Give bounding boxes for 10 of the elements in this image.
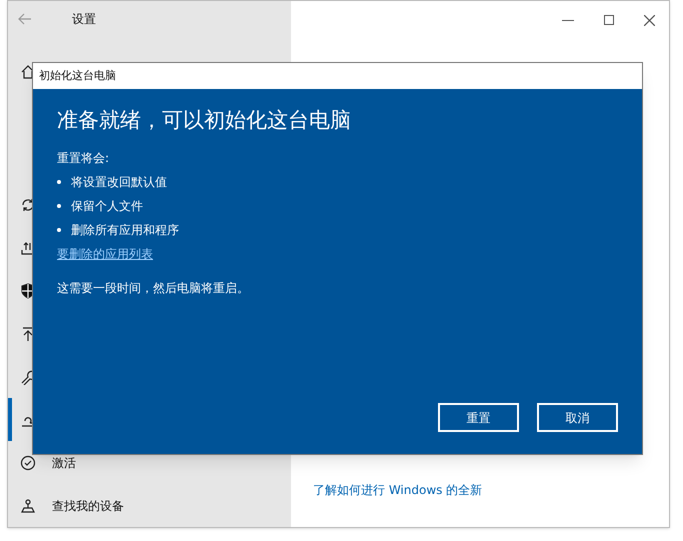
- intro-text: 重置将会:: [57, 150, 110, 167]
- dialog-heading: 准备就绪，可以初始化这台电脑: [57, 107, 352, 134]
- sidebar-label: 激活: [52, 454, 76, 472]
- dialog-title: 初始化这台电脑: [39, 68, 116, 84]
- bullet-text: 将设置改回默认值: [71, 174, 167, 191]
- note-text: 这需要一段时间，然后电脑将重启。: [57, 280, 250, 297]
- window-title: 设置: [72, 11, 96, 28]
- bullet-text: 保留个人文件: [71, 198, 143, 215]
- sidebar-label: 查找我的设备: [52, 498, 124, 514]
- bullet-text: 删除所有应用和程序: [71, 222, 179, 239]
